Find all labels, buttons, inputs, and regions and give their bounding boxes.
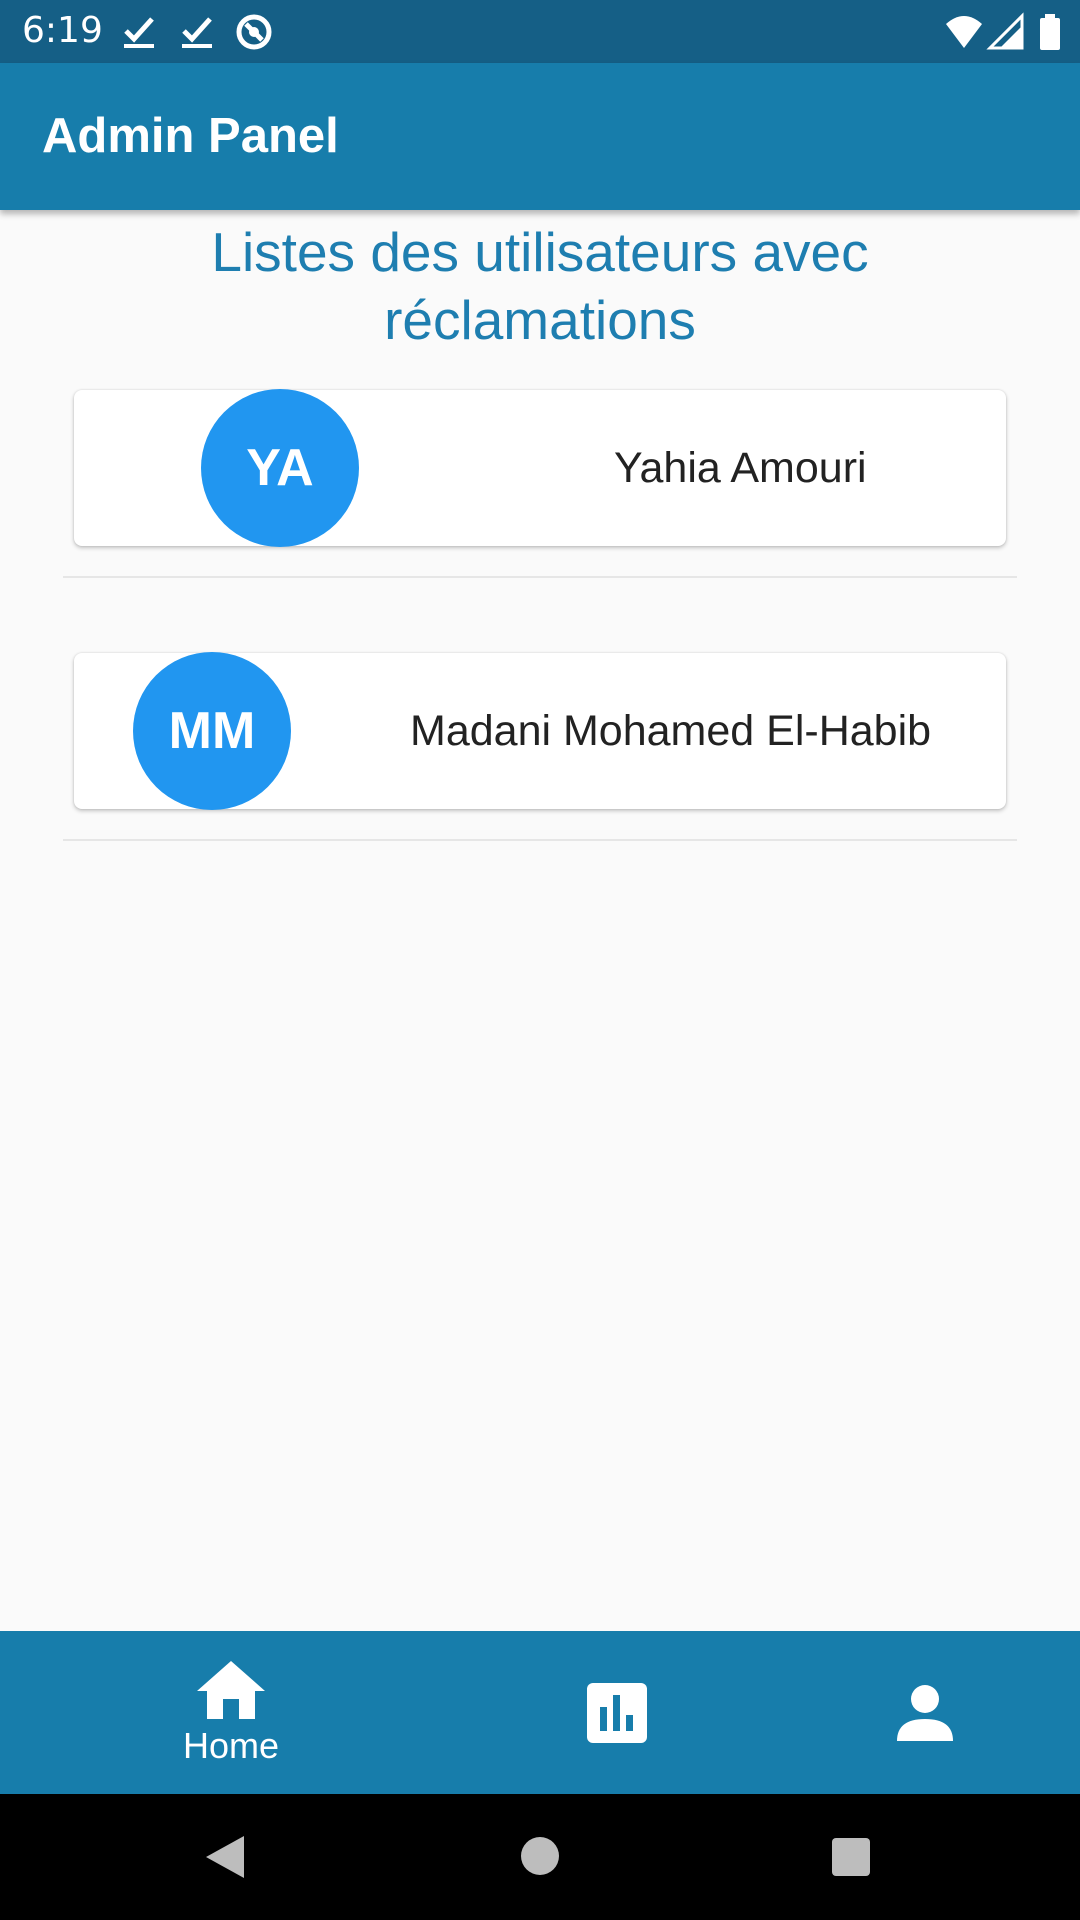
home-icon (197, 1660, 265, 1719)
bar-chart-icon (587, 1682, 647, 1743)
check-download-icon (182, 17, 212, 48)
check-download-icon (124, 17, 154, 48)
status-time: 6:19 (22, 10, 103, 51)
status-bar: 6:19 (0, 0, 1080, 63)
app-bar: Admin Panel (0, 63, 1080, 210)
page-heading-line2: réclamations (384, 289, 696, 351)
data-saver-icon (236, 14, 272, 50)
back-icon[interactable] (204, 1834, 246, 1880)
divider (63, 839, 1017, 841)
battery-icon (1040, 14, 1060, 50)
nav-item-home[interactable]: Home (131, 1631, 331, 1794)
avatar: YA (201, 389, 359, 547)
page-heading: Listes des utilisateurs avec réclamation… (120, 218, 960, 354)
user-name: Yahia Amouri (614, 444, 867, 492)
cell-signal-icon (986, 12, 1024, 50)
nav-item-profile[interactable] (825, 1631, 1025, 1794)
person-icon (897, 1684, 953, 1741)
nav-label-home: Home (182, 1724, 280, 1766)
system-navigation-bar (0, 1794, 1080, 1920)
user-name: Madani Mohamed El-Habib (410, 707, 932, 755)
home-circle-icon[interactable] (520, 1836, 560, 1876)
avatar: MM (133, 652, 291, 810)
recents-icon[interactable] (831, 1837, 871, 1877)
user-card[interactable]: YA Yahia Amouri (74, 389, 1006, 547)
nav-item-stats[interactable] (517, 1631, 717, 1794)
bottom-navigation: Home (0, 1631, 1080, 1794)
user-card[interactable]: MM Madani Mohamed El-Habib (74, 652, 1006, 810)
divider (63, 576, 1017, 578)
page-heading-line1: Listes des utilisateurs avec (211, 221, 869, 283)
wifi-icon (946, 16, 982, 48)
app-title: Admin Panel (42, 109, 339, 163)
